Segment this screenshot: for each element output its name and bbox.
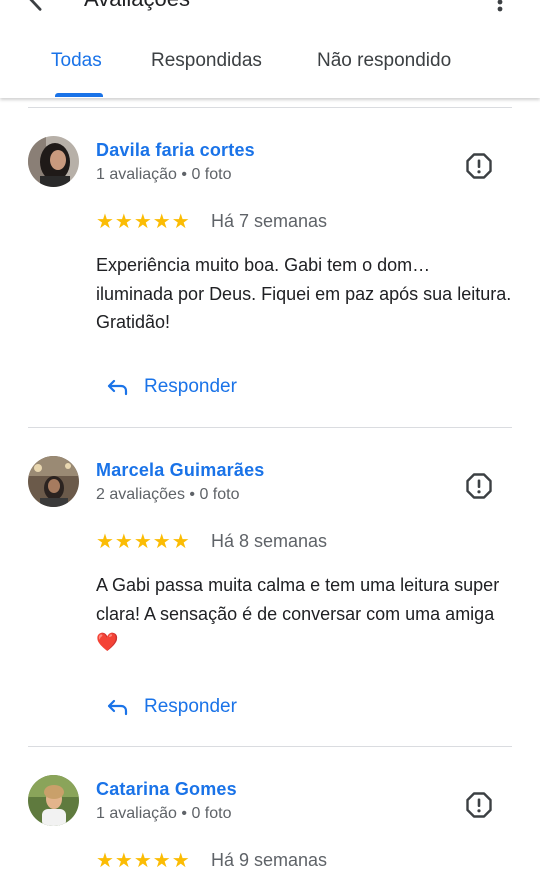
report-icon[interactable]	[465, 791, 493, 819]
star-rating: ★★★★★	[96, 850, 191, 872]
reply-label: Responder	[144, 376, 237, 397]
reply-button[interactable]: Responder	[106, 372, 237, 402]
review-text: Experiência muito boa. Gabi tem o dom… i…	[96, 255, 512, 332]
page-title: Avaliações	[84, 0, 190, 12]
tab-todas[interactable]: Todas	[51, 50, 102, 72]
avatar[interactable]	[28, 775, 79, 826]
review-author-meta: 1 avaliação • 0 foto	[96, 805, 232, 822]
reply-icon	[107, 699, 128, 716]
active-tab-indicator	[55, 93, 103, 97]
review-author[interactable]: Catarina Gomes	[96, 779, 237, 800]
review-card: Marcela Guimarães 2 avaliações • 0 foto …	[0, 428, 540, 748]
arrow-back-icon[interactable]	[22, 0, 50, 14]
review-card: Davila faria cortes 1 avaliação • 0 foto…	[0, 108, 540, 428]
report-icon[interactable]	[465, 152, 493, 180]
review-text: A Gabi passa muita calma e tem uma leitu…	[96, 571, 512, 657]
review-text-body: A Gabi passa muita calma e tem uma leitu…	[96, 575, 500, 624]
app-bar: Avaliações Todas Respondidas Não respond…	[0, 0, 540, 98]
review-date: Há 9 semanas	[211, 850, 328, 870]
review-author[interactable]: Marcela Guimarães	[96, 460, 265, 481]
more-vert-icon[interactable]	[490, 0, 510, 12]
review-author-meta: 2 avaliações • 0 foto	[96, 486, 240, 503]
review-card: Catarina Gomes 1 avaliação • 0 foto ★★★★…	[0, 747, 540, 872]
review-author[interactable]: Davila faria cortes	[96, 140, 255, 161]
review-author-meta: 1 avaliação • 0 foto	[96, 166, 232, 183]
reply-icon	[107, 379, 128, 396]
review-date: Há 7 semanas	[211, 211, 328, 231]
avatar[interactable]	[28, 456, 79, 507]
avatar[interactable]	[28, 136, 79, 187]
tab-respondidas[interactable]: Respondidas	[151, 50, 262, 72]
heart-emoji: ❤️	[96, 632, 119, 652]
star-rating: ★★★★★	[96, 531, 191, 553]
review-date: Há 8 semanas	[211, 531, 328, 551]
tab-nao-respondido[interactable]: Não respondido	[317, 50, 451, 72]
star-rating: ★★★★★	[96, 211, 191, 233]
reply-label: Responder	[144, 696, 237, 717]
reply-button[interactable]: Responder	[106, 692, 237, 722]
report-icon[interactable]	[465, 472, 493, 500]
